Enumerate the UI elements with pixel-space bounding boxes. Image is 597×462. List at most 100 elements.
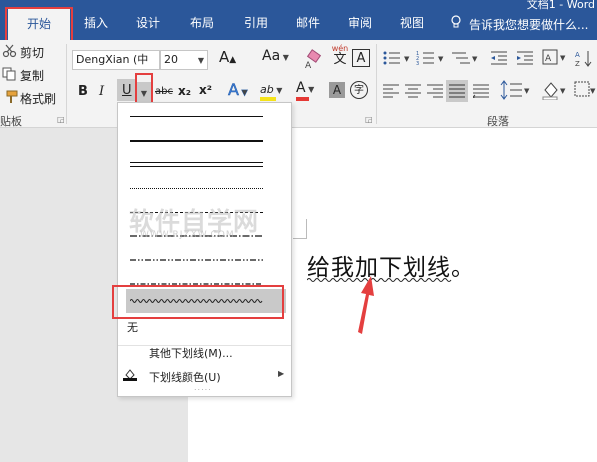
font-name-dropdown[interactable]: DengXian (中: [72, 50, 160, 70]
page-corner-mark: [293, 219, 307, 239]
document-text[interactable]: 给我加下划线。: [307, 248, 475, 282]
svg-text:▼: ▼: [438, 55, 444, 63]
chevron-down-icon: ▼: [197, 56, 204, 65]
copy-button[interactable]: 复制: [20, 67, 44, 84]
highlight-color-bar: [260, 97, 276, 101]
scissors-icon: [2, 44, 17, 58]
distribute-icon[interactable]: [473, 84, 489, 98]
tab-mailings[interactable]: 邮件: [290, 10, 326, 36]
clipboard-launcher-icon[interactable]: ◲: [57, 115, 65, 124]
format-painter-icon: [6, 90, 18, 103]
text-effects-glyph: A: [228, 80, 239, 100]
bullets-icon[interactable]: ▼: [382, 50, 412, 66]
underline-style-dotted[interactable]: [122, 177, 287, 201]
svg-text:Z: Z: [575, 60, 580, 68]
copy-icon: [2, 67, 16, 81]
svg-text:A: A: [575, 51, 580, 59]
submenu-arrow-icon: ▶: [278, 369, 285, 378]
underline-style-bold[interactable]: [122, 129, 287, 153]
grow-font-glyph: A: [219, 48, 230, 66]
align-left-icon[interactable]: [383, 84, 399, 98]
svg-text:▼: ▼: [560, 87, 566, 95]
clipboard-group-label: 贴板: [0, 115, 22, 128]
font-size-value: 20: [164, 53, 178, 66]
increase-indent-icon[interactable]: [516, 50, 534, 66]
numbering-icon[interactable]: 1 2 3 ▼: [416, 50, 446, 66]
shading-icon[interactable]: ▼: [542, 80, 568, 100]
format-painter-button[interactable]: 格式刷: [20, 90, 56, 107]
underline-style-double[interactable]: [122, 153, 287, 177]
tab-insert[interactable]: 插入: [78, 10, 114, 36]
clear-formatting-button[interactable]: A: [303, 48, 325, 71]
change-case-glyph: Aa: [262, 48, 281, 64]
paragraph-group-label: 段落: [487, 115, 509, 128]
wavy-underline: [307, 278, 452, 282]
font-launcher-icon[interactable]: ◲: [365, 115, 373, 124]
line-spacing-icon[interactable]: ▼: [500, 80, 530, 100]
underline-style-single[interactable]: [122, 105, 287, 129]
annotation-box-underline-arrow: [135, 73, 153, 104]
decrease-indent-icon[interactable]: [490, 50, 508, 66]
cut-button[interactable]: 剪切: [20, 44, 44, 61]
font-color-glyph: A: [296, 80, 306, 96]
justify-button[interactable]: [446, 80, 468, 102]
highlight-color-button[interactable]: ab ▼: [260, 82, 282, 101]
svg-text:▼: ▼: [404, 55, 410, 63]
subscript-button[interactable]: x₂: [178, 84, 191, 98]
strikethrough-button[interactable]: abc: [155, 86, 173, 97]
group-divider: [66, 44, 67, 124]
character-border-button[interactable]: A: [352, 49, 370, 67]
lightbulb-icon: [451, 15, 461, 28]
align-right-icon[interactable]: [427, 84, 443, 98]
italic-button[interactable]: I: [99, 84, 104, 99]
multilevel-list-icon[interactable]: ▼: [450, 50, 480, 66]
font-color-bar: [296, 97, 309, 101]
underline-none-item[interactable]: 无: [127, 319, 138, 335]
svg-text:▼: ▼: [590, 87, 596, 95]
dotted-line-sample: [130, 188, 263, 189]
align-center-icon[interactable]: [405, 84, 421, 98]
text-effects-button[interactable]: A ▼: [228, 80, 248, 100]
double-line-sample: [130, 162, 263, 167]
menu-resize-handle[interactable]: .....: [194, 383, 212, 392]
tab-view[interactable]: 视图: [394, 10, 430, 36]
svg-text:3: 3: [416, 61, 419, 66]
sort-icon[interactable]: A Z: [574, 48, 594, 68]
phonetic-guide-button[interactable]: wén 文: [330, 44, 350, 66]
change-case-button[interactable]: Aa ▼: [262, 48, 289, 64]
bold-button[interactable]: B: [78, 84, 88, 99]
phonetic-bottom: 文: [333, 52, 347, 67]
svg-text:A: A: [545, 54, 552, 64]
chinese-layout-icon[interactable]: A ▼: [542, 48, 568, 68]
tab-review[interactable]: 审阅: [342, 10, 378, 36]
underline-dropdown-menu: 无 其他下划线(M)... 下划线颜色(U) ▶ .....: [117, 102, 292, 397]
watermark-url: WWW.RJZXW.COM: [140, 230, 235, 240]
tell-me-search[interactable]: 告诉我您想要做什么...: [469, 16, 588, 33]
underline-button[interactable]: U: [122, 83, 132, 98]
tab-references[interactable]: 引用: [238, 10, 274, 36]
highlight-glyph: ab: [260, 83, 274, 96]
more-underlines-item[interactable]: 其他下划线(M)...: [149, 345, 233, 361]
character-shading-button[interactable]: A: [329, 82, 345, 98]
svg-text:▼: ▼: [472, 55, 478, 63]
superscript-button[interactable]: x²: [199, 83, 212, 97]
grow-font-button[interactable]: A▲: [219, 48, 236, 66]
tab-layout[interactable]: 布局: [184, 10, 220, 36]
justify-icon: [449, 84, 465, 98]
font-color-button[interactable]: A ▼: [296, 80, 314, 101]
font-size-dropdown[interactable]: 20 ▼: [160, 50, 208, 70]
bold-line-sample: [130, 140, 263, 142]
underline-color-icon: [123, 369, 137, 381]
borders-icon[interactable]: ▼: [574, 80, 596, 100]
single-line-sample: [130, 116, 263, 117]
font-name-value: DengXian (中: [76, 53, 149, 66]
group-divider: [376, 44, 377, 124]
underline-style-dot-dot-dash[interactable]: [122, 249, 287, 273]
enclose-characters-button[interactable]: 字: [350, 81, 368, 99]
eraser-icon: A: [305, 49, 322, 71]
window-title: 文档1 - Word: [526, 0, 595, 11]
tab-design[interactable]: 设计: [130, 10, 166, 36]
svg-text:A: A: [305, 61, 312, 70]
dot-dot-dash-line-sample: [130, 259, 263, 261]
annotation-box-wavy-underline: [112, 285, 284, 319]
